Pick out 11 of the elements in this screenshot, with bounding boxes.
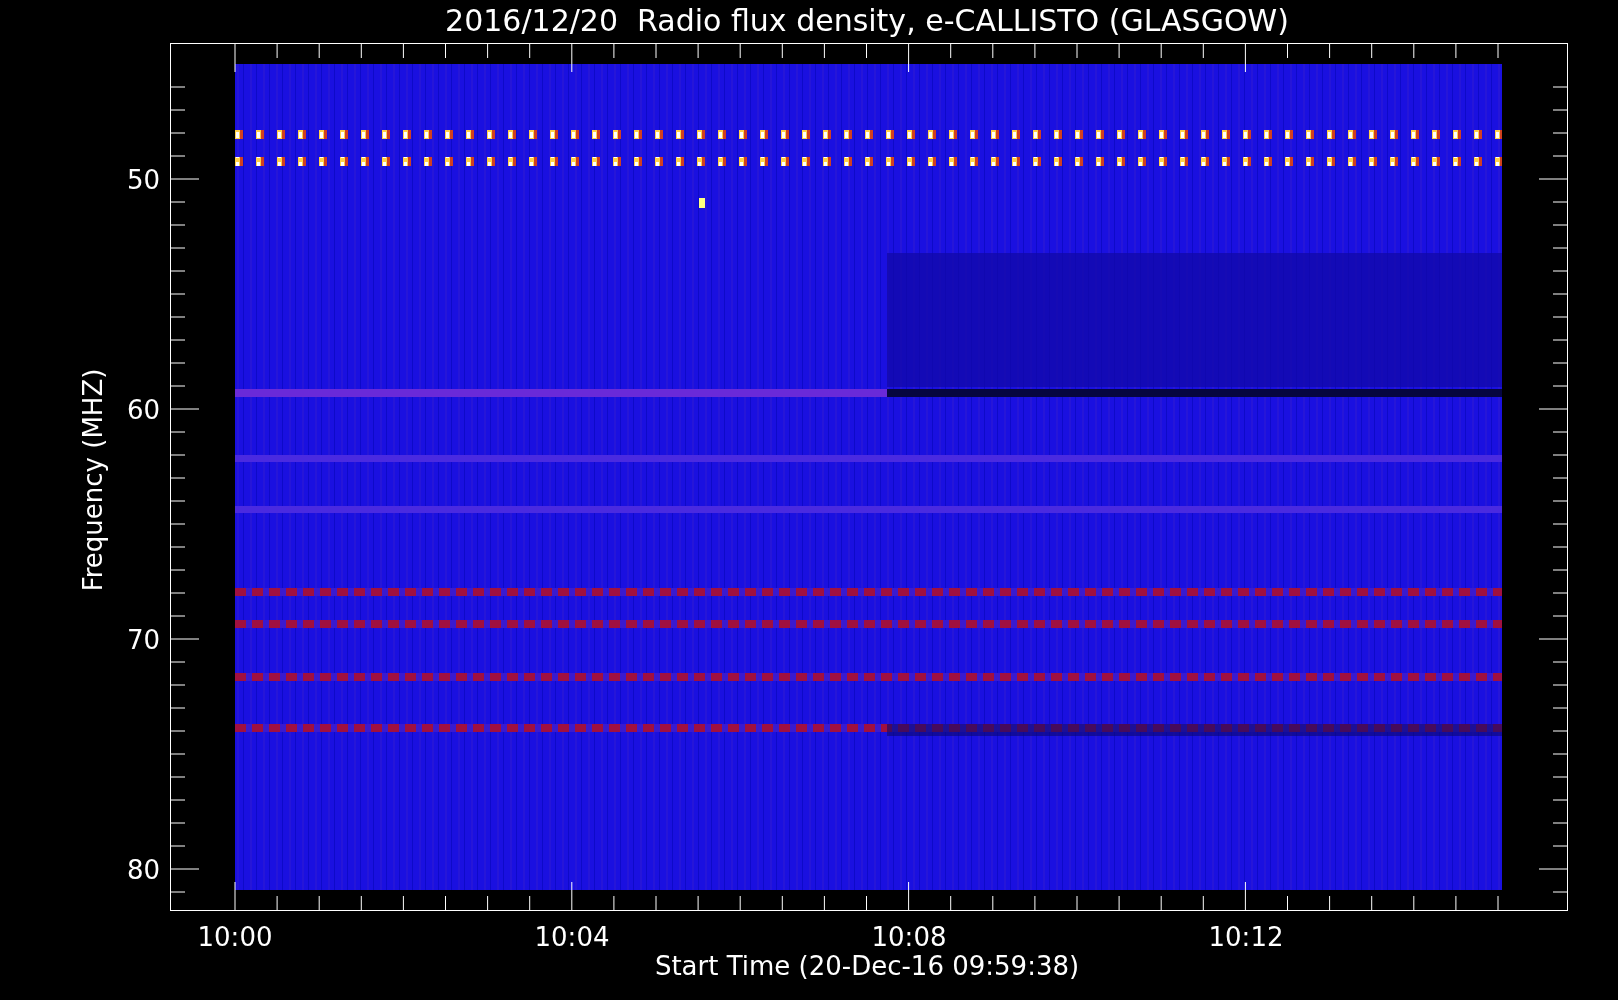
- x-tick-label: 10:04: [534, 922, 610, 952]
- y-tick-label: 70: [126, 625, 160, 655]
- y-axis-label: Frequency (MHZ): [78, 368, 108, 592]
- x-axis-label: Start Time (20-Dec-16 09:59:38): [654, 951, 1080, 981]
- chart-title: 2016/12/20 Radio flux density, e-CALLISTO (GLASGOW): [445, 3, 1289, 38]
- y-tick-label: 60: [126, 395, 160, 425]
- x-tick-label: 10:00: [197, 922, 273, 952]
- x-tick-label: 10:08: [871, 922, 947, 952]
- y-tick-label: 80: [126, 855, 160, 885]
- y-tick-label: 50: [126, 165, 160, 195]
- x-tick-label: 10:12: [1208, 922, 1284, 952]
